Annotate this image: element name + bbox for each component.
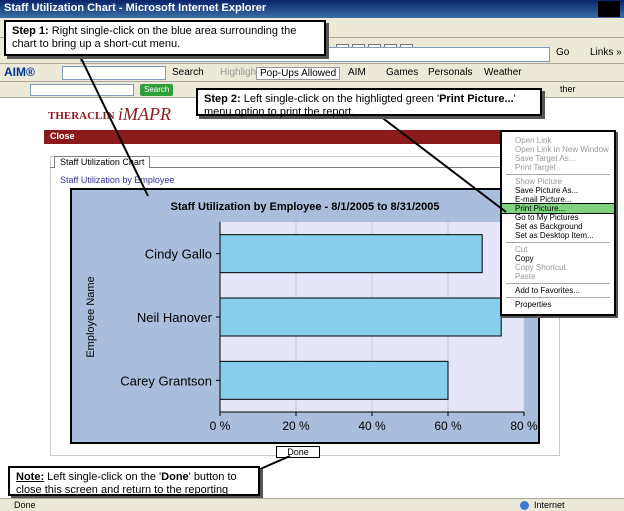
- windows-logo-icon: [598, 1, 620, 17]
- x-tick-label: 60 %: [434, 419, 462, 433]
- context-menu-item[interactable]: Properties: [502, 300, 614, 309]
- context-menu-item: Open Link: [515, 136, 552, 145]
- context-menu-separator: [506, 174, 610, 175]
- personals-button[interactable]: Personals: [428, 67, 472, 78]
- step2-text-a: Left single-click on the highligted gree…: [240, 93, 440, 105]
- highlight-button[interactable]: Highlight: [220, 67, 259, 78]
- aim-button[interactable]: AIM: [348, 67, 366, 78]
- aim-toolbar: AIM® Search Highlight Pop-Ups Allowed AI…: [0, 64, 624, 82]
- step2-bold: Print Picture...: [439, 93, 514, 105]
- y-axis-label: Employee Name: [85, 276, 97, 357]
- globe-icon: [520, 501, 529, 510]
- aim-logo[interactable]: AIM®: [4, 65, 35, 79]
- step1-callout: Step 1: Right single-click on the blue a…: [4, 20, 326, 56]
- context-menu-item[interactable]: Copy: [502, 254, 614, 263]
- games-button[interactable]: Games: [386, 67, 418, 78]
- tab-staff-utilization[interactable]: Staff Utilization Chart: [54, 156, 151, 168]
- note-bold: Done: [161, 471, 189, 483]
- x-tick-label: 20 %: [282, 419, 310, 433]
- chart-subtitle: Staff Utilization by Employee: [60, 175, 175, 185]
- context-menu-item[interactable]: E-mail Picture...: [502, 195, 614, 204]
- go-button[interactable]: Go: [556, 47, 569, 58]
- context-menu-item[interactable]: Print Picture...: [501, 203, 615, 214]
- context-menu-item: Copy Shortcut: [515, 263, 566, 272]
- y-tick-label: Neil Hanover: [137, 310, 213, 325]
- step2-title: Step 2:: [204, 93, 241, 105]
- aim-search-button[interactable]: Search: [172, 67, 204, 78]
- y-tick-label: Carey Grantson: [120, 373, 212, 388]
- theraclin-logo: THERACLIN: [48, 110, 115, 122]
- note-title: Note:: [16, 471, 45, 483]
- imapr-logo: iMAPR: [118, 104, 171, 124]
- status-bar: Done Internet: [0, 498, 624, 511]
- context-menu-item: Open Link in New Window: [515, 145, 609, 154]
- chart-title: Staff Utilization by Employee - 8/1/2005…: [171, 201, 440, 213]
- context-menu-separator: [506, 242, 610, 243]
- close-link[interactable]: Close: [50, 131, 75, 141]
- chart-area[interactable]: Staff Utilization by Employee - 8/1/2005…: [70, 188, 540, 444]
- step2-callout: Step 2: Left single-click on the highlig…: [196, 88, 542, 118]
- context-menu-item[interactable]: Set as Background: [502, 222, 614, 231]
- links-button[interactable]: Links »: [590, 47, 622, 58]
- aim-search-input[interactable]: [62, 66, 166, 80]
- x-tick-label: 0 %: [210, 419, 231, 433]
- note-callout: Note: Left single-click on the 'Done' bu…: [8, 466, 260, 509]
- bar: [219, 297, 502, 337]
- step1-text: Right single-click on the blue area surr…: [12, 25, 297, 50]
- context-menu-separator: [506, 297, 610, 298]
- done-button[interactable]: Done: [276, 446, 320, 458]
- context-menu-item: Show Picture: [515, 177, 563, 186]
- context-menu-item[interactable]: Go to My Pictures: [502, 213, 614, 222]
- status-done: Done: [14, 500, 36, 510]
- bar: [219, 360, 449, 400]
- note-text-a: Left single-click on the ': [44, 471, 162, 483]
- popups-button[interactable]: Pop-Ups Allowed: [256, 67, 341, 80]
- toolbar-other-label[interactable]: ther: [560, 84, 576, 94]
- window-title-bar: Staff Utilization Chart - Microsoft Inte…: [0, 0, 624, 18]
- app-nav-bar: Close: [44, 130, 566, 144]
- bar: [219, 234, 483, 274]
- y-tick-label: Cindy Gallo: [145, 247, 212, 262]
- context-menu-separator: [506, 283, 610, 284]
- bar-chart: Staff Utilization by Employee - 8/1/2005…: [85, 201, 538, 433]
- weather-button[interactable]: Weather: [484, 67, 522, 78]
- toolbar-search-button[interactable]: Search: [140, 84, 174, 96]
- context-menu-item[interactable]: Set as Desktop Item...: [502, 231, 614, 240]
- x-tick-label: 40 %: [358, 419, 386, 433]
- toolbar-search-input[interactable]: [30, 84, 134, 96]
- context-menu-item: Paste: [515, 272, 536, 281]
- context-menu-item[interactable]: Add to Favorites...: [502, 286, 614, 295]
- context-menu-item[interactable]: Save Picture As...: [502, 186, 614, 195]
- status-zone: Internet: [534, 500, 565, 510]
- context-menu-item: Print Target: [515, 163, 556, 172]
- context-menu-item: Save Target As...: [515, 154, 576, 163]
- window-title: Staff Utilization Chart - Microsoft Inte…: [4, 2, 267, 14]
- context-menu: Open Link Open Link in New Window Save Tar…: [500, 130, 616, 316]
- x-tick-label: 80 %: [510, 419, 538, 433]
- context-menu-item: Cut: [515, 245, 528, 254]
- step1-title: Step 1:: [12, 25, 49, 37]
